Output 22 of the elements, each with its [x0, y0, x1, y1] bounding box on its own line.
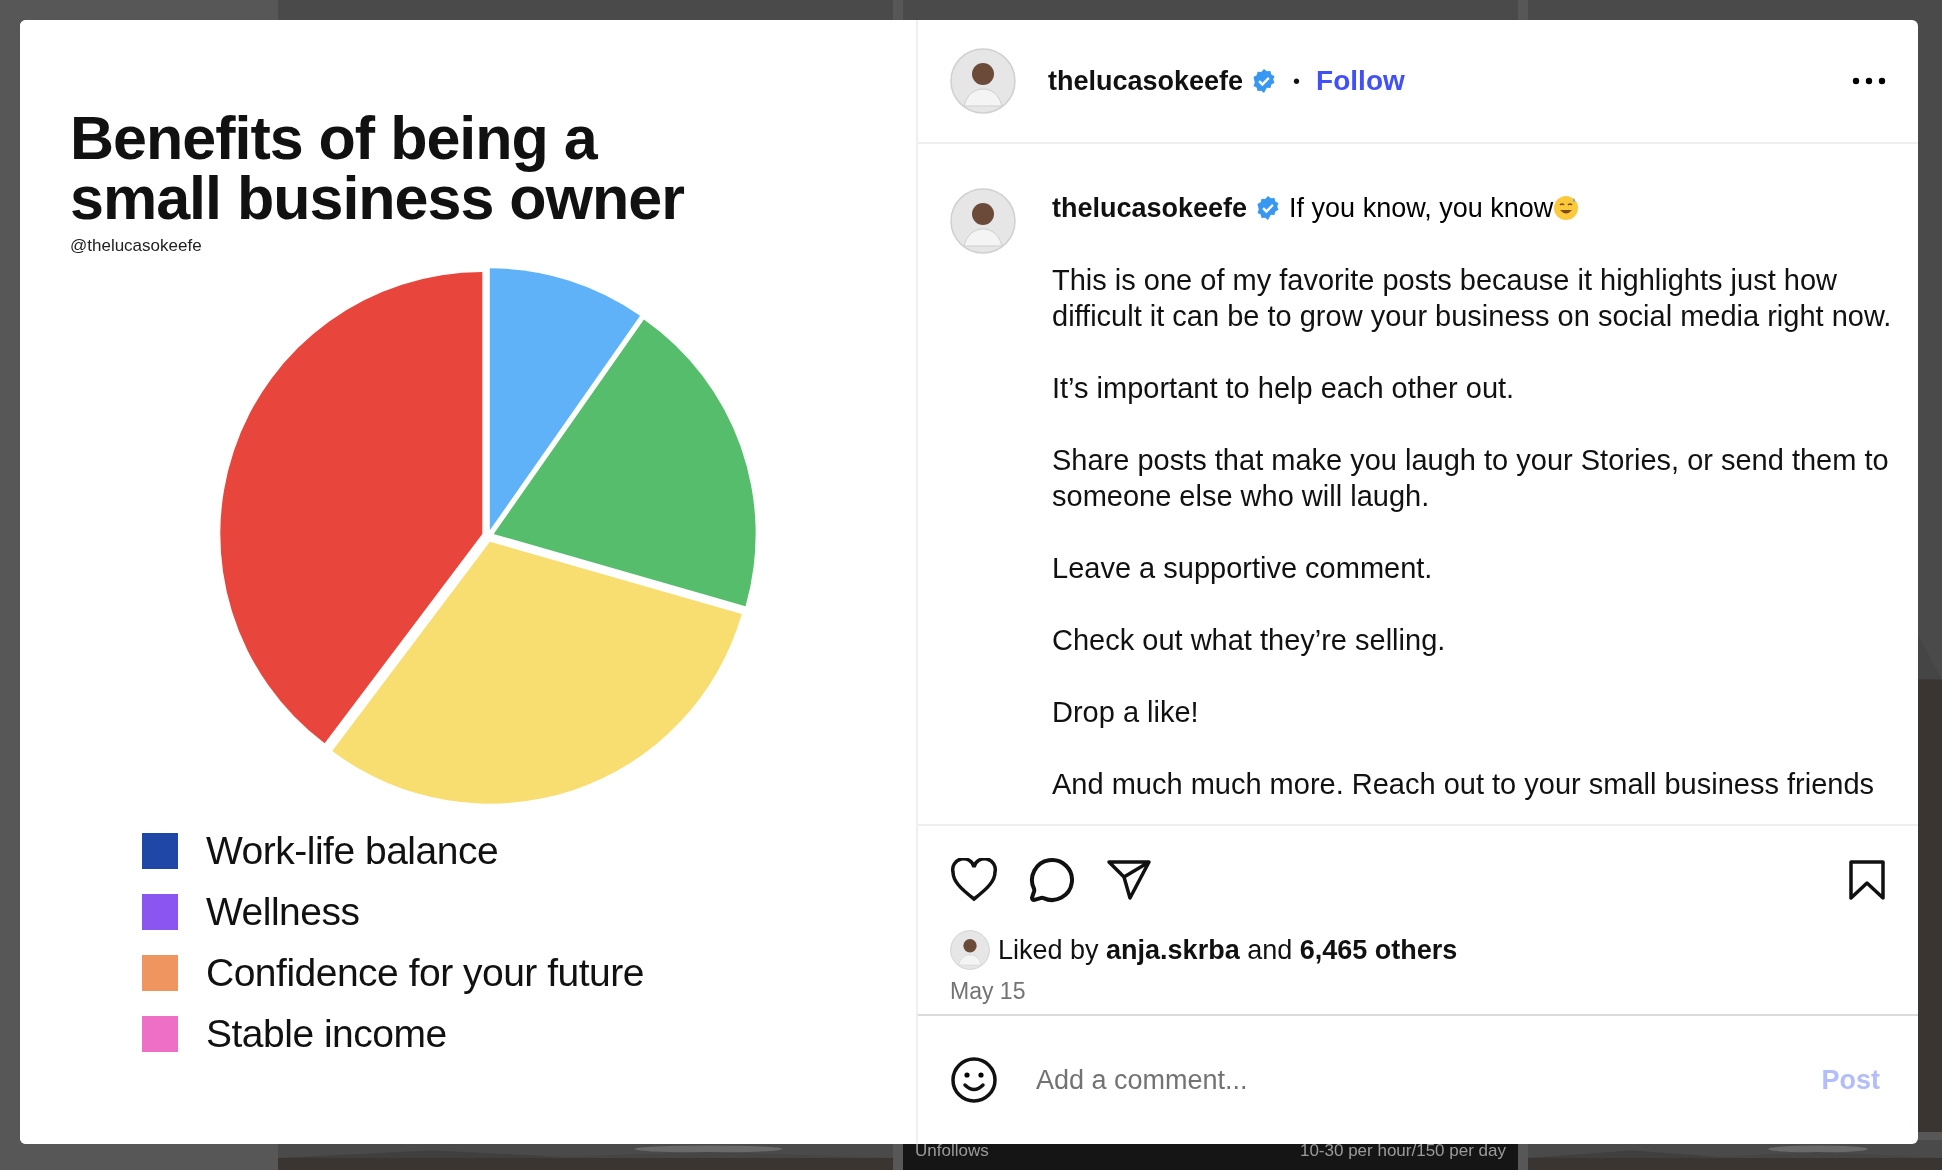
legend-label: Stable income: [206, 1013, 447, 1054]
caption-paragraph: Leave a supportive comment.: [1052, 551, 1434, 586]
stats-value: 10-30 per hour/150 per day: [1299, 1140, 1506, 1162]
legend-label: Work-life balance: [206, 830, 499, 871]
post-date: May 15: [949, 977, 1027, 1005]
caption-username[interactable]: thelucasokeefe: [1052, 190, 1248, 226]
caption-paragraph: It’s important to help each other out.: [1052, 371, 1516, 406]
caption-paragraph: And much much more. Reach out to your small business friends: [1052, 767, 1876, 802]
separator-dot: •: [1293, 69, 1301, 93]
caption-headline: If you know, you know: [1289, 192, 1554, 225]
post-handle: @thelucasokeefe: [70, 236, 203, 256]
legend-label: Wellness: [206, 891, 360, 932]
likes-text: Liked by anja.skrba and 6,465 others: [998, 934, 1458, 966]
caption-paragraph: Check out what they’re selling.: [1052, 623, 1447, 658]
caption-paragraph: Drop a like!: [1052, 695, 1200, 730]
stats-label: Unfollows: [915, 1140, 989, 1162]
legend-label: Confidence for your future: [206, 952, 644, 993]
post-title: Benefits of being a small business owner: [70, 108, 685, 228]
follow-link[interactable]: Follow: [1316, 65, 1405, 97]
username[interactable]: thelucasokeefe: [1048, 65, 1244, 97]
caption-paragraph: Share posts that make you laugh to your Stories, or send them to someone else who will laugh.: [1052, 443, 1890, 514]
caption-paragraph: This is one of my favorite posts because it highlights just how difficult it can be to grow your business on social media right now.: [1052, 263, 1893, 334]
